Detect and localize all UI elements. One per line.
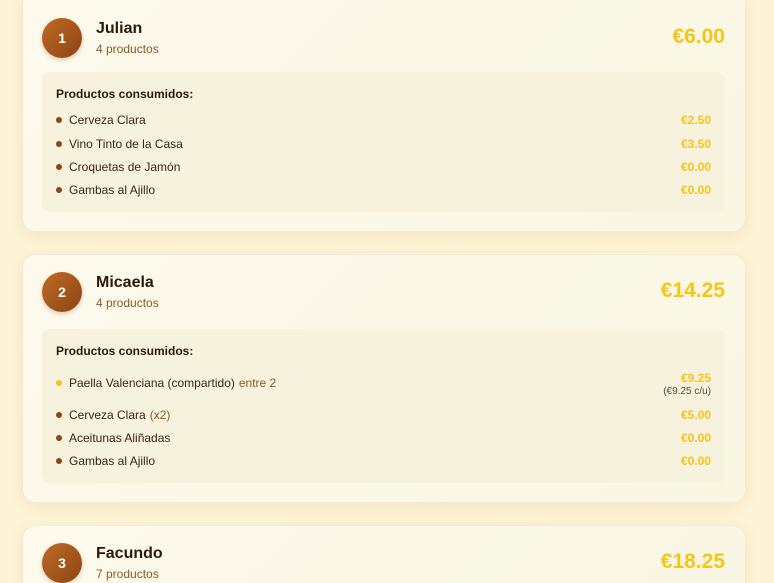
list-item: Croquetas de Jamón €0.00: [56, 157, 711, 177]
list-item: Paella Valenciana (compartido) entre 2 €9…: [56, 369, 711, 403]
person-card: 3 Facundo 7 productos €18.25: [22, 525, 746, 583]
person-number-badge: 1: [42, 18, 82, 58]
person-card: 1 Julian 4 productos €6.00 Productos con…: [22, 0, 746, 232]
person-name: Julian: [96, 20, 143, 37]
products-list: Productos consumidos: Paella Valenciana …: [42, 329, 725, 483]
person-number-badge: 2: [42, 272, 82, 312]
list-item: Gambas al Ajillo €0.00: [56, 180, 711, 200]
item-name: Croquetas de Jamón: [69, 160, 181, 174]
item-name: Aceitunas Aliñadas: [69, 431, 171, 445]
item-price: €0.00: [680, 160, 711, 174]
list-item: Vino Tinto de la Casa €3.50: [56, 134, 711, 154]
item-price: €2.50: [680, 113, 711, 127]
bullet-icon: [56, 187, 62, 193]
products-list: Productos consumidos: Cerveza Clara €2.5…: [42, 72, 725, 212]
bullet-icon: [56, 117, 62, 123]
person-total: €14.25: [660, 279, 725, 302]
person-name: Facundo: [96, 545, 163, 562]
item-price: €5.00: [680, 408, 711, 422]
bullet-icon: [56, 458, 62, 464]
item-share-note: entre 2: [238, 376, 277, 390]
product-count: 4 productos: [96, 296, 159, 310]
item-name: Cerveza Clara (x2): [69, 408, 171, 422]
item-price: €0.00: [680, 454, 711, 468]
list-item: Aceitunas Aliñadas €0.00: [56, 428, 711, 448]
bullet-icon: [56, 412, 62, 418]
bullet-icon: [56, 141, 62, 147]
products-title: Productos consumidos:: [56, 344, 194, 358]
list-item: Cerveza Clara (x2) €5.00: [56, 405, 711, 425]
card-header: 1 Julian 4 productos €6.00: [42, 1, 725, 73]
item-price: €0.00: [680, 431, 711, 445]
item-name: Paella Valenciana (compartido) entre 2: [69, 376, 277, 390]
item-name: Gambas al Ajillo: [69, 183, 156, 197]
product-count: 7 productos: [96, 567, 159, 581]
card-header: 3 Facundo 7 productos €18.25: [42, 526, 725, 583]
bullet-icon: [56, 164, 62, 170]
bullet-icon: [56, 435, 62, 441]
person-number-badge: 3: [42, 543, 82, 583]
list-item: Cerveza Clara €2.50: [56, 110, 711, 130]
item-quantity: (x2): [149, 408, 171, 422]
shared-bullet-icon: [56, 380, 62, 386]
product-count: 4 productos: [96, 42, 159, 56]
person-card: 2 Micaela 4 productos €14.25 Productos c…: [22, 254, 746, 503]
item-price-each: (€9.25 c/u): [663, 386, 711, 397]
item-name: Gambas al Ajillo: [69, 454, 156, 468]
list-item: Gambas al Ajillo €0.00: [56, 451, 711, 471]
item-name: Vino Tinto de la Casa: [69, 137, 183, 151]
card-header: 2 Micaela 4 productos €14.25: [42, 255, 725, 327]
item-price: €3.50: [680, 137, 711, 151]
person-total: €6.00: [672, 25, 725, 48]
products-title: Productos consumidos:: [56, 87, 194, 101]
person-name: Micaela: [96, 274, 154, 291]
item-price: €9.25: [680, 371, 711, 385]
item-name: Cerveza Clara: [69, 113, 146, 127]
item-price: €0.00: [680, 183, 711, 197]
person-total: €18.25: [660, 550, 725, 573]
